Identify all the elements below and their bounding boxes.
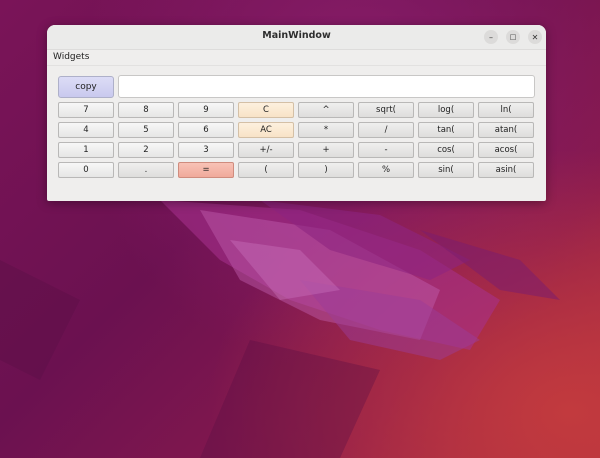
key-multiply-button[interactable]: * [298, 122, 354, 138]
key-2-button[interactable]: 2 [118, 142, 174, 158]
key-log-button[interactable]: log( [418, 102, 474, 118]
keypad: 7 8 9 C ^ sqrt(log(ln( 4 5 6 AC * / tan(atan( 1 2 3 +/- +… [58, 102, 534, 178]
key-minus-button[interactable]: - [358, 142, 414, 158]
key-3-button[interactable]: 3 [178, 142, 234, 158]
key-open-paren-button[interactable]: ( [238, 162, 294, 178]
copy-button[interactable]: copy [58, 76, 114, 98]
main-window: MainWindow – □ ✕ Widgets copy 7 8 9 C ^ sqrt(… [47, 25, 546, 201]
window-titlebar[interactable]: MainWindow – □ ✕ [47, 25, 546, 50]
key-decimal-button[interactable]: . [118, 162, 174, 178]
key-c-button[interactable]: C [238, 102, 294, 118]
key-sin-button[interactable]: sin( [418, 162, 474, 178]
key-asin-button[interactable]: asin( [478, 162, 534, 178]
key-8-button[interactable]: 8 [118, 102, 174, 118]
key-ac-button[interactable]: AC [238, 122, 294, 138]
key-7-button[interactable]: 7 [58, 102, 114, 118]
key-1-button[interactable]: 1 [58, 142, 114, 158]
maximize-button[interactable]: □ [506, 30, 520, 44]
key-close-paren-button[interactable]: ) [298, 162, 354, 178]
key-6-button[interactable]: 6 [178, 122, 234, 138]
minimize-button[interactable]: – [484, 30, 498, 44]
key-power-button[interactable]: ^ [298, 102, 354, 118]
menubar: Widgets [47, 50, 546, 66]
window-title: MainWindow [262, 30, 331, 41]
key-negate-button[interactable]: +/- [238, 142, 294, 158]
key-atan-button[interactable]: atan( [478, 122, 534, 138]
close-button[interactable]: ✕ [528, 30, 542, 44]
key-ln-button[interactable]: ln( [478, 102, 534, 118]
key-acos-button[interactable]: acos( [478, 142, 534, 158]
key-sqrt-button[interactable]: sqrt( [358, 102, 414, 118]
key-5-button[interactable]: 5 [118, 122, 174, 138]
key-tan-button[interactable]: tan( [418, 122, 474, 138]
key-divide-button[interactable]: / [358, 122, 414, 138]
key-4-button[interactable]: 4 [58, 122, 114, 138]
menu-widgets[interactable]: Widgets [53, 50, 89, 64]
key-percent-button[interactable]: % [358, 162, 414, 178]
key-9-button[interactable]: 9 [178, 102, 234, 118]
calculator-display[interactable] [118, 75, 535, 98]
key-0-button[interactable]: 0 [58, 162, 114, 178]
key-equals-button[interactable]: = [178, 162, 234, 178]
key-plus-button[interactable]: + [298, 142, 354, 158]
key-cos-button[interactable]: cos( [418, 142, 474, 158]
desktop: MainWindow – □ ✕ Widgets copy 7 8 9 C ^ sqrt(… [0, 0, 600, 458]
